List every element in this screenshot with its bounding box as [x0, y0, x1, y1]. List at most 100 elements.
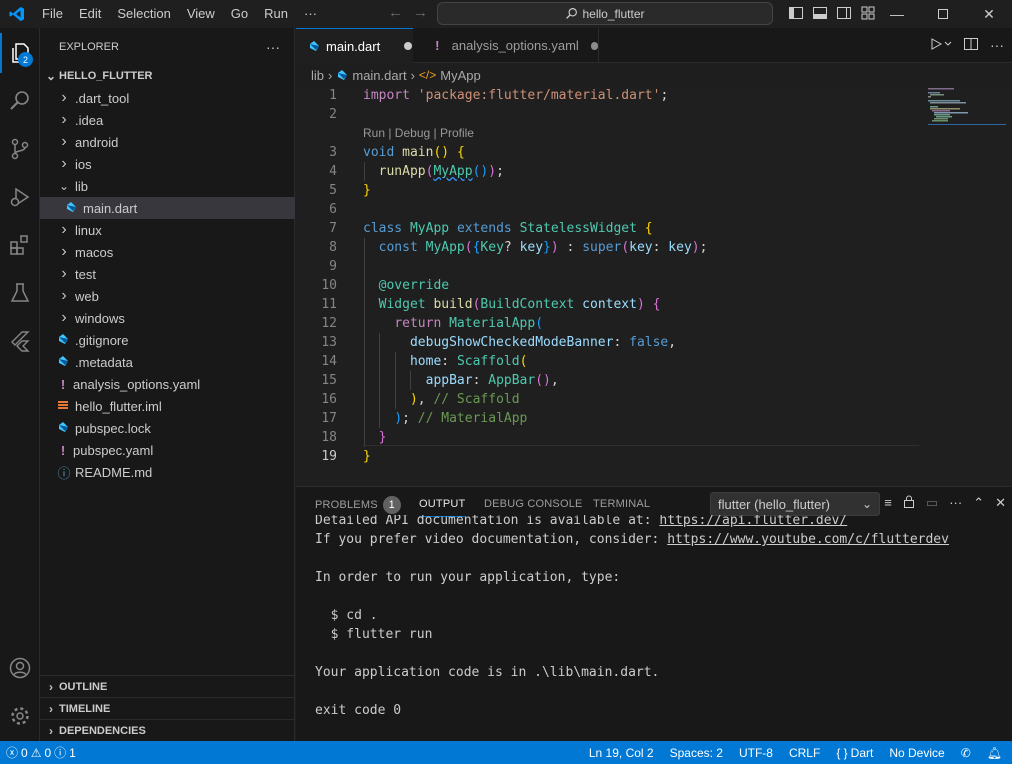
maximize-icon[interactable] [920, 0, 966, 28]
run-debug-icon[interactable] [0, 177, 40, 217]
explorer-item[interactable]: .gitignore [40, 329, 295, 351]
outline-section[interactable]: › OUTLINE [40, 675, 295, 697]
activity-bar: 2 [0, 28, 40, 741]
more-actions-icon[interactable]: ··· [949, 495, 962, 511]
open-in-editor-icon[interactable]: ▭ [926, 495, 938, 511]
explorer-item[interactable]: › .idea [40, 109, 295, 131]
explorer-item[interactable]: › android [40, 131, 295, 153]
menu-file[interactable]: File [34, 0, 71, 28]
youtube-link[interactable]: https://www.youtube.com/c/flutterdev [667, 532, 949, 547]
workspace-root[interactable]: ⌄ HELLO_FLUTTER [40, 65, 295, 87]
command-center-search[interactable]: hello_flutter [437, 2, 773, 25]
explorer-item-label: main.dart [83, 200, 138, 216]
breadcrumb-lib[interactable]: lib [311, 68, 324, 83]
manage-gear-icon[interactable] [0, 696, 40, 736]
explorer-icon[interactable]: 2 [0, 33, 40, 73]
unsaved-dot-icon[interactable] [590, 41, 598, 50]
menu-run[interactable]: Run [256, 0, 296, 28]
feedback-icon[interactable]: ✆ [953, 741, 979, 764]
codelens-run-debug-profile[interactable]: Run | Debug | Profile [363, 124, 474, 143]
close-panel-icon[interactable]: ✕ [995, 495, 1006, 511]
encoding[interactable]: UTF-8 [731, 741, 781, 764]
explorer-item[interactable]: › .dart_tool [40, 87, 295, 109]
line-number: 5 [329, 183, 337, 198]
forward-arrow-icon[interactable]: → [413, 4, 428, 21]
explorer-item[interactable]: › macos [40, 241, 295, 263]
minimize-icon[interactable]: — [874, 0, 920, 28]
lock-icon[interactable] [903, 495, 915, 511]
menu-go[interactable]: Go [223, 0, 256, 28]
explorer-item[interactable]: › web [40, 285, 295, 307]
code-editor[interactable]: 1 2 3 4 5 6 7 8 9 10 11 12 13 14 15 16 17 18 19 Run | Debu… [296, 86, 1012, 486]
split-editor-icon[interactable] [964, 37, 978, 54]
info-count: 1 [69, 745, 76, 760]
more-actions-icon[interactable]: ··· [266, 39, 280, 55]
back-arrow-icon[interactable]: ← [388, 4, 403, 21]
tab-main-dart[interactable]: main.dart [296, 28, 413, 63]
device-selector[interactable]: No Device [881, 741, 952, 764]
explorer-item-label: pubspec.yaml [73, 442, 154, 458]
breadcrumb-symbol[interactable]: MyApp [440, 68, 480, 83]
close-icon[interactable]: ✕ [966, 0, 1012, 28]
notifications-bell-icon[interactable]: 🔔︎ [979, 741, 1012, 764]
source-control-icon[interactable] [0, 129, 40, 169]
explorer-item[interactable]: › linux [40, 219, 295, 241]
run-dropdown-icon[interactable] [930, 37, 952, 54]
testing-icon[interactable] [0, 273, 40, 313]
explorer-item[interactable]: hello_flutter.iml [40, 395, 295, 417]
explorer-item[interactable]: main.dart [40, 197, 295, 219]
dart-file-icon [338, 70, 348, 80]
explorer-item-label: ios [75, 156, 92, 172]
explorer-item[interactable]: ! analysis_options.yaml [40, 373, 295, 395]
tab-debug-console[interactable]: DEBUG CONSOLE [484, 498, 583, 510]
timeline-section[interactable]: › TIMELINE [40, 697, 295, 719]
explorer-item[interactable]: › ios [40, 153, 295, 175]
search-view-icon[interactable] [0, 81, 40, 121]
menu-selection[interactable]: Selection [109, 0, 178, 28]
language-mode[interactable]: { } Dart [828, 741, 881, 764]
toggle-secondary-sidebar-icon[interactable] [836, 5, 852, 21]
chevron-down-icon: ⌄ [45, 69, 57, 83]
explorer-item[interactable]: pubspec.lock [40, 417, 295, 439]
api-docs-link[interactable]: https://api.flutter.dev/ [659, 515, 847, 528]
clear-output-icon[interactable]: ≡ [884, 495, 892, 511]
explorer-item[interactable]: › windows [40, 307, 295, 329]
indentation[interactable]: Spaces: 2 [662, 741, 731, 764]
error-icon: ⓧ [6, 746, 19, 760]
explorer-item[interactable]: ⓘ README.md [40, 461, 295, 483]
code-line-4: runApp(MyApp()); [378, 164, 504, 179]
menu-more[interactable]: ··· [296, 0, 325, 28]
minimap[interactable] [926, 86, 1006, 146]
menu-view[interactable]: View [179, 0, 223, 28]
menu-edit[interactable]: Edit [71, 0, 109, 28]
accounts-icon[interactable] [0, 648, 40, 688]
end-of-line[interactable]: CRLF [781, 741, 828, 764]
line-number: 7 [329, 221, 337, 236]
chevron-right-icon: › [328, 67, 333, 83]
explorer-item[interactable]: ⌄ lib [40, 175, 295, 197]
dependencies-section[interactable]: › DEPENDENCIES [40, 719, 295, 741]
problems-status[interactable]: ⓧ 0 ⚠ 0 ⓘ 1 [0, 741, 84, 764]
toggle-panel-icon[interactable] [812, 5, 828, 21]
more-actions-icon[interactable]: ··· [990, 37, 1004, 54]
explorer-item-label: .dart_tool [75, 90, 130, 106]
explorer-item[interactable]: › test [40, 263, 295, 285]
line-number: 9 [329, 259, 337, 274]
output-view[interactable]: Detailed API documentation is available … [296, 515, 1012, 741]
flutter-icon[interactable] [0, 321, 40, 361]
explorer-item[interactable]: .metadata [40, 351, 295, 373]
tab-analysis-options[interactable]: ! analysis_options.yaml [413, 28, 599, 63]
tab-terminal[interactable]: TERMINAL [593, 498, 650, 510]
toggle-primary-sidebar-icon[interactable] [788, 5, 804, 21]
unsaved-dot-icon[interactable] [404, 42, 413, 50]
cursor-position[interactable]: Ln 19, Col 2 [581, 741, 662, 764]
line-number: 14 [321, 354, 337, 369]
breadcrumb-file[interactable]: main.dart [352, 68, 406, 83]
explorer-item[interactable]: ! pubspec.yaml [40, 439, 295, 461]
tab-problems[interactable]: PROBLEMS 1 [315, 496, 401, 514]
extensions-icon[interactable] [0, 225, 40, 265]
maximize-panel-icon[interactable]: ⌃ [973, 495, 984, 511]
chevron-right-icon: › [61, 111, 67, 128]
output-channel-value: flutter (hello_flutter) [718, 496, 830, 512]
output-channel-select[interactable]: flutter (hello_flutter) ⌄ [710, 492, 880, 516]
